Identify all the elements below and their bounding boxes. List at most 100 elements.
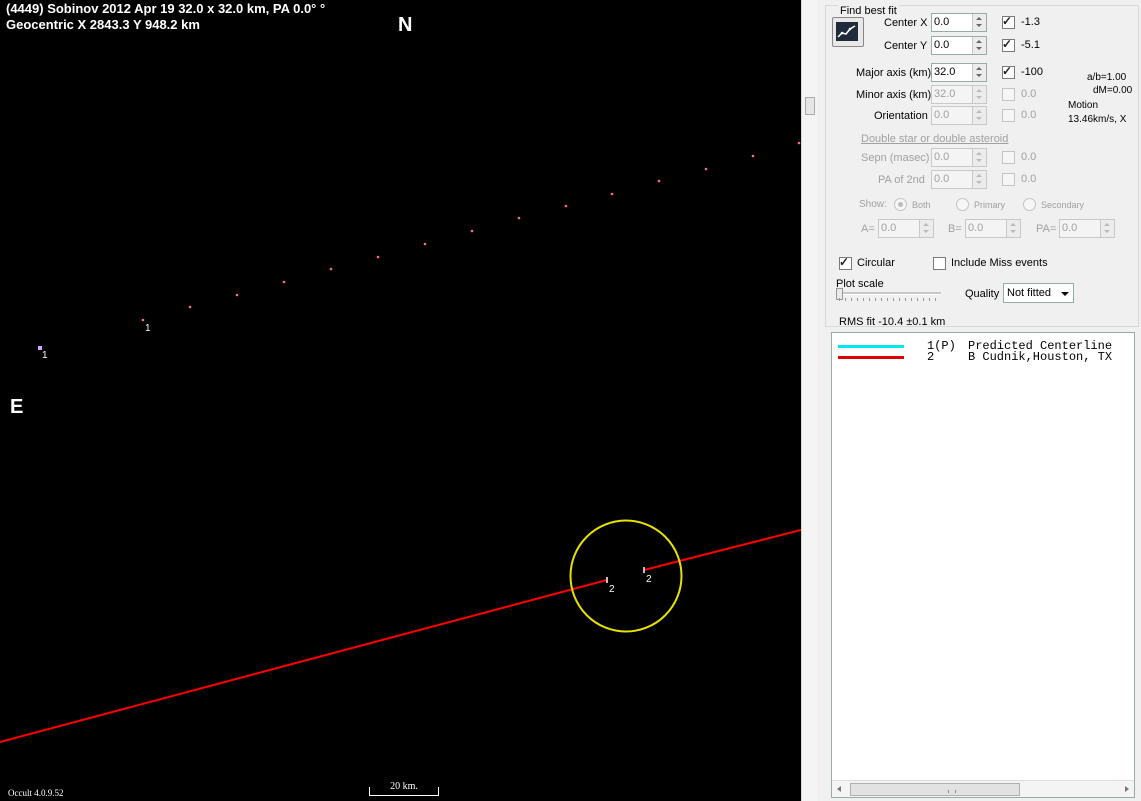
legend-line-cyan: [838, 345, 904, 348]
ab-ratio: a/b=1.00: [1087, 72, 1127, 83]
show-secondary-radio[interactable]: [1023, 198, 1036, 211]
show-label: Show:: [859, 199, 887, 210]
center-x-result: -1.3: [1021, 16, 1040, 28]
predicted-path-dot: [470, 229, 474, 233]
find-fit-button[interactable]: [832, 17, 864, 47]
plot-vertical-scrollbar[interactable]: [801, 0, 818, 801]
legend-line-red: [838, 356, 904, 359]
show-both-radio[interactable]: [894, 198, 907, 211]
predicted-path-dot: [564, 204, 568, 208]
plot-header: (4449) Sobinov 2012 Apr 19 32.0 x 32.0 k…: [6, 1, 325, 33]
include-miss-checkbox[interactable]: [933, 257, 946, 270]
scale-bar-label: 20 km.: [390, 781, 418, 792]
pa-2nd-checkbox[interactable]: [1002, 173, 1015, 186]
group-title: Find best fit: [838, 5, 899, 17]
plot-scale-track[interactable]: [837, 292, 941, 295]
occultation-plot[interactable]: 1 1 2 2 (4449) Sobinov 2012 Apr 19 32.0 x 3…: [0, 0, 801, 801]
geocentric-coords: Geocentric X 2843.3 Y 948.2 km: [6, 17, 200, 32]
sepn-checkbox[interactable]: [1002, 151, 1015, 164]
scale-bar: 20 km.: [369, 781, 439, 796]
b-label: B=: [948, 223, 962, 235]
sepn-label: Sepn (masec): [861, 152, 930, 164]
scroll-right-icon[interactable]: [1125, 786, 1129, 792]
circular-checkbox[interactable]: ✓: [839, 255, 852, 270]
observer-chord-label: 2: [646, 574, 652, 585]
sepn-result: 0.0: [1021, 151, 1037, 163]
center-y-input[interactable]: 0.0: [931, 36, 987, 55]
sepn-input[interactable]: 0.0: [931, 148, 987, 167]
center-y-label: Center Y: [884, 40, 928, 52]
asteroid-outline: [569, 519, 683, 633]
include-miss-label: Include Miss events: [951, 257, 1048, 269]
b-input[interactable]: 0.0: [965, 219, 1021, 238]
double-star-title: Double star or double asteroid: [861, 133, 1009, 145]
center-x-checkbox[interactable]: ✓: [1002, 14, 1015, 29]
minor-axis-result: 0.0: [1021, 88, 1037, 100]
chevron-down-icon: [1061, 292, 1069, 296]
motion-label: Motion: [1068, 100, 1099, 111]
observer-chord-segment: [0, 579, 608, 743]
show-primary-label: Primary: [974, 200, 1005, 210]
orientation-result: 0.0: [1021, 109, 1037, 121]
legend-row-observer[interactable]: 2 B Cudnik,Houston, TX: [832, 350, 1134, 364]
show-secondary-label: Secondary: [1041, 200, 1085, 210]
event-title: (4449) Sobinov 2012 Apr 19 32.0 x 32.0 k…: [6, 1, 326, 16]
scrollbar-thumb[interactable]: [850, 783, 1020, 796]
motion-value: 13.46km/s, X: [1068, 114, 1127, 125]
predicted-path-dot: [751, 154, 755, 158]
pa-label: PA=: [1036, 223, 1057, 235]
fit-graph-icon: [836, 22, 858, 41]
predicted-path-dot: [188, 305, 192, 309]
center-x-input[interactable]: 0.0: [931, 13, 987, 32]
major-axis-checkbox[interactable]: ✓: [1002, 64, 1015, 79]
predicted-path-dot: [376, 255, 380, 259]
predicted-path-dot: [141, 318, 145, 322]
major-axis-input[interactable]: 32.0: [931, 63, 987, 82]
circular-label: Circular: [857, 257, 895, 269]
major-axis-label: Major axis (km): [856, 67, 932, 79]
legend-horizontal-scrollbar[interactable]: [832, 780, 1134, 797]
delta-m: dM=0.00: [1093, 85, 1133, 96]
rms-fit: RMS fit -10.4 ±0.1 km: [839, 316, 946, 328]
predicted-path-dot: [329, 267, 333, 271]
legend-text: B Cudnik,Houston, TX: [968, 350, 1113, 364]
orientation-input[interactable]: 0.0: [931, 106, 987, 125]
quality-dropdown[interactable]: Not fitted: [1003, 283, 1074, 303]
pa-2nd-result: 0.0: [1021, 173, 1037, 185]
predicted-chord-label: 1: [42, 350, 48, 361]
predicted-path-dot: [235, 293, 239, 297]
predicted-chord-label: 1: [145, 323, 151, 334]
quality-value: Not fitted: [1007, 287, 1052, 299]
predicted-path-dot: [797, 141, 801, 145]
east-label: E: [10, 396, 24, 418]
observer-chord-segment: [643, 529, 801, 571]
fit-panel: Find best fit Center X 0.0 ✓ -1.3 Center…: [817, 0, 1141, 801]
scroll-left-icon[interactable]: [837, 786, 841, 792]
pa-2nd-input[interactable]: 0.0: [931, 170, 987, 189]
predicted-path-dot: [423, 242, 427, 246]
plot-canvas: 1 1 2 2: [0, 141, 801, 743]
north-label: N: [398, 14, 413, 36]
plot-scale-label: Plot scale: [836, 278, 884, 290]
minor-axis-input[interactable]: 32.0: [931, 85, 987, 104]
minor-axis-label: Minor axis (km): [856, 89, 932, 101]
predicted-path-dot: [704, 167, 708, 171]
a-input[interactable]: 0.0: [878, 219, 934, 238]
predicted-path-dot: [282, 280, 286, 284]
pa-input[interactable]: 0.0: [1059, 219, 1115, 238]
legend-num: 2: [927, 350, 935, 364]
major-axis-result: -100: [1021, 66, 1044, 78]
show-primary-radio[interactable]: [956, 198, 969, 211]
orientation-checkbox[interactable]: [1002, 109, 1015, 122]
legend-list[interactable]: 1(P) Predicted Centerline 2 B Cudnik,Hou…: [831, 332, 1135, 798]
a-label: A=: [861, 223, 875, 235]
show-both-label: Both: [912, 200, 931, 210]
scrollbar-thumb[interactable]: [805, 97, 815, 115]
center-x-label: Center X: [884, 17, 928, 29]
center-y-checkbox[interactable]: ✓: [1002, 37, 1015, 52]
center-y-result: -5.1: [1021, 39, 1040, 51]
plot-scale-ticks: [839, 298, 939, 301]
minor-axis-checkbox[interactable]: [1002, 88, 1015, 101]
predicted-path-dot: [517, 216, 521, 220]
version-label: Occult 4.0.9.52: [8, 788, 64, 798]
